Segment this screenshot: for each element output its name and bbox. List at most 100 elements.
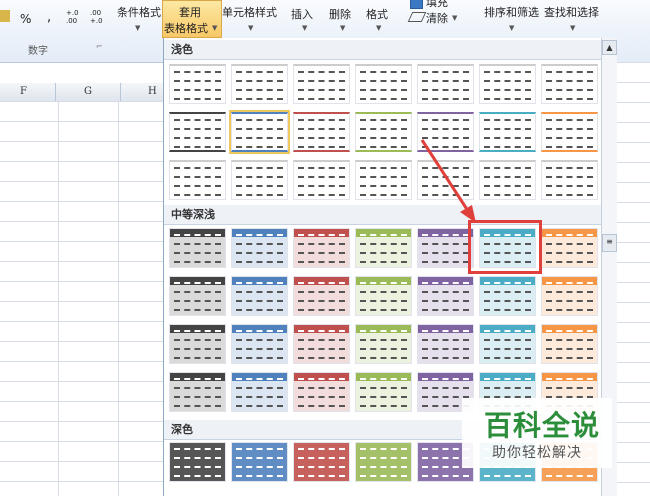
table-style-swatch[interactable] — [229, 110, 290, 154]
worksheet-grid-right[interactable] — [615, 62, 650, 496]
table-style-swatch[interactable] — [169, 276, 226, 316]
table-style-swatch[interactable] — [355, 276, 412, 316]
table-style-swatch[interactable] — [479, 112, 536, 152]
swatch-line — [360, 378, 407, 382]
column-header-f[interactable]: F — [20, 86, 27, 97]
increase-decimal-button[interactable]: +.0 .00 — [66, 9, 86, 25]
table-style-swatch[interactable] — [479, 324, 536, 364]
table-style-swatch[interactable] — [169, 160, 226, 200]
swatch-line — [360, 282, 407, 286]
swatch-line — [298, 466, 345, 470]
comma-button[interactable]: , — [47, 10, 51, 25]
swatch-line — [174, 80, 221, 84]
table-style-swatch[interactable] — [541, 64, 598, 104]
find-select-button[interactable]: 查找和选择 — [544, 4, 599, 20]
table-style-swatch[interactable] — [355, 160, 412, 200]
table-style-swatch[interactable] — [169, 228, 226, 268]
swatch-line — [174, 128, 221, 132]
swatch-line — [360, 300, 407, 304]
table-style-swatch[interactable] — [231, 442, 288, 482]
clear-button[interactable]: 清除 — [426, 10, 448, 26]
format-button[interactable]: 格式 — [366, 6, 388, 22]
swatch-line — [298, 71, 345, 75]
table-style-swatch[interactable] — [355, 324, 412, 364]
scroll-thumb[interactable]: ≡ — [602, 234, 617, 252]
swatch-line — [360, 146, 407, 150]
table-style-swatch[interactable] — [417, 64, 474, 104]
table-style-swatch[interactable] — [541, 112, 598, 152]
table-style-swatch[interactable] — [541, 324, 598, 364]
table-style-swatch[interactable] — [231, 228, 288, 268]
percent-button[interactable]: % — [20, 12, 31, 26]
table-style-swatch[interactable] — [417, 160, 474, 200]
table-style-swatch[interactable] — [231, 64, 288, 104]
table-style-swatch[interactable] — [479, 160, 536, 200]
insert-button[interactable]: 插入 — [291, 6, 313, 22]
decrease-decimal-button[interactable]: .00 +.0 — [90, 9, 110, 25]
sort-filter-button[interactable]: 排序和筛选 — [484, 4, 539, 20]
table-style-swatch[interactable] — [293, 160, 350, 200]
worksheet-grid[interactable] — [0, 101, 163, 496]
table-style-swatch[interactable] — [169, 442, 226, 482]
swatch-line — [360, 176, 407, 180]
swatch-line — [236, 466, 283, 470]
table-style-swatch[interactable] — [355, 112, 412, 152]
table-style-swatch[interactable] — [417, 228, 474, 268]
table-style-swatch[interactable] — [169, 372, 226, 412]
accounting-format-icon[interactable] — [0, 10, 10, 22]
table-style-swatch[interactable] — [231, 372, 288, 412]
swatch-line — [174, 194, 221, 198]
fill-button[interactable]: 填充 — [426, 0, 448, 10]
swatch-line — [236, 128, 283, 132]
swatch-line — [546, 387, 593, 391]
swatch-line — [484, 137, 531, 141]
table-style-swatch[interactable] — [169, 324, 226, 364]
swatch-line — [360, 291, 407, 295]
table-style-swatch[interactable] — [479, 64, 536, 104]
swatch-line — [546, 234, 593, 238]
scroll-up-button[interactable]: ▲ — [602, 40, 617, 55]
table-style-swatch[interactable] — [293, 276, 350, 316]
conditional-format-button[interactable]: 条件格式 — [117, 4, 161, 20]
swatch-line — [484, 194, 531, 198]
table-style-swatch[interactable] — [541, 228, 598, 268]
swatch-line — [174, 243, 221, 247]
table-style-swatch[interactable] — [355, 64, 412, 104]
swatch-line — [236, 309, 283, 313]
table-style-swatch[interactable] — [541, 160, 598, 200]
table-style-swatch[interactable] — [293, 372, 350, 412]
table-style-swatch[interactable] — [479, 276, 536, 316]
swatch-line — [298, 234, 345, 238]
swatch-line — [236, 457, 283, 461]
table-style-swatch[interactable] — [417, 276, 474, 316]
column-header-h[interactable]: H — [148, 86, 157, 97]
table-style-swatch[interactable] — [231, 276, 288, 316]
table-style-swatch[interactable] — [355, 442, 412, 482]
launcher-icon[interactable]: ⌐ — [96, 42, 103, 51]
table-style-swatch[interactable] — [231, 324, 288, 364]
table-style-swatch[interactable] — [541, 276, 598, 316]
swatch-line — [360, 98, 407, 102]
delete-button[interactable]: 删除 — [329, 6, 351, 22]
swatch-line — [484, 176, 531, 180]
table-style-swatch[interactable] — [417, 112, 474, 152]
cell-styles-button[interactable]: 单元格样式 — [222, 4, 277, 20]
column-divider[interactable] — [120, 83, 121, 101]
swatch-line — [298, 405, 345, 409]
table-style-swatch[interactable] — [417, 324, 474, 364]
table-style-swatch[interactable] — [293, 442, 350, 482]
table-style-swatch[interactable] — [293, 228, 350, 268]
table-style-swatch[interactable] — [355, 228, 412, 268]
table-style-swatch[interactable] — [293, 324, 350, 364]
table-style-swatch[interactable] — [293, 112, 350, 152]
column-divider[interactable] — [55, 83, 56, 101]
swatch-line — [484, 89, 531, 93]
swatch-line — [422, 146, 469, 150]
table-style-swatch[interactable] — [231, 160, 288, 200]
table-style-swatch[interactable] — [169, 112, 226, 152]
swatch-line — [298, 348, 345, 352]
table-style-swatch[interactable] — [293, 64, 350, 104]
table-style-swatch[interactable] — [355, 372, 412, 412]
column-header-g[interactable]: G — [84, 86, 92, 97]
table-style-swatch[interactable] — [169, 64, 226, 104]
